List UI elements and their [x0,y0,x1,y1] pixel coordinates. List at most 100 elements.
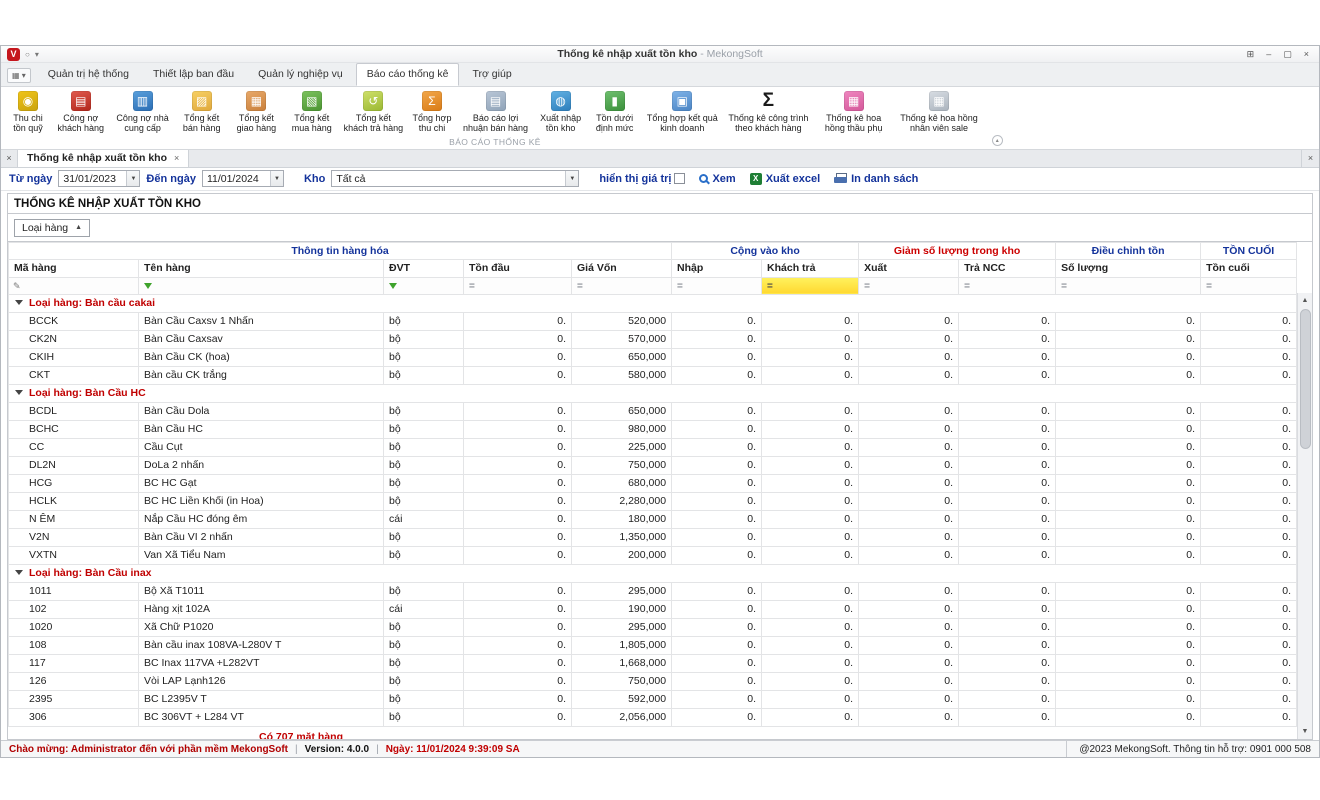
column-header-ma-hang[interactable]: Mã hàng [9,259,139,277]
cell-ton-cuoi[interactable]: 0. [1201,618,1297,636]
column-header-ten-hang[interactable]: Tên hàng [139,259,384,277]
cell-gia-von[interactable]: 580,000 [572,366,672,384]
cell-ma-hang[interactable]: CC [9,438,139,456]
cell-dvt[interactable]: bộ [384,546,464,564]
cell-dvt[interactable]: bộ [384,420,464,438]
ribbon-collapse-icon[interactable]: ▴ [992,135,1003,146]
cell-xuat[interactable]: 0. [859,402,959,420]
cell-ma-hang[interactable]: 1020 [9,618,139,636]
cell-gia-von[interactable]: 1,805,000 [572,636,672,654]
cell-ten-hang[interactable]: Bàn Cầu Caxsv 1 Nhấn [139,312,384,330]
cell-xuat[interactable]: 0. [859,582,959,600]
cell-xuat[interactable]: 0. [859,312,959,330]
cell-ton-cuoi[interactable]: 0. [1201,690,1297,708]
cell-gia-von[interactable]: 2,280,000 [572,492,672,510]
close-icon[interactable]: × [1304,49,1309,59]
minimize-icon[interactable]: – [1266,49,1271,59]
cell-khach-tra[interactable]: 0. [762,366,859,384]
cell-tra-ncc[interactable]: 0. [959,330,1056,348]
cell-nhap[interactable]: 0. [672,636,762,654]
cell-tra-ncc[interactable]: 0. [959,402,1056,420]
column-header-so-luong[interactable]: Số lượng [1056,259,1201,277]
cell-gia-von[interactable]: 520,000 [572,312,672,330]
group-row-header[interactable]: Loại hàng: Bàn cầu cakai [9,294,1297,312]
cell-ten-hang[interactable]: Bàn Cầu CK (hoa) [139,348,384,366]
cell-xuat[interactable]: 0. [859,546,959,564]
cell-ma-hang[interactable]: 1011 [9,582,139,600]
cell-tra-ncc[interactable]: 0. [959,420,1056,438]
menu-tab-thiet-lap-ban-dau[interactable]: Thiết lập ban đầu [142,63,245,86]
cell-ton-cuoi[interactable]: 0. [1201,312,1297,330]
cell-tra-ncc[interactable]: 0. [959,582,1056,600]
cell-ten-hang[interactable]: Vòi LAP Lạnh126 [139,672,384,690]
cell-ma-hang[interactable]: CK2N [9,330,139,348]
cell-ma-hang[interactable]: CKT [9,366,139,384]
cell-so-luong[interactable]: 0. [1056,456,1201,474]
cell-ten-hang[interactable]: Van Xã Tiểu Nam [139,546,384,564]
cell-khach-tra[interactable]: 0. [762,510,859,528]
cell-ten-hang[interactable]: Bàn Cầu HC [139,420,384,438]
column-header-tra-ncc[interactable]: Trả NCC [959,259,1056,277]
cell-nhap[interactable]: 0. [672,510,762,528]
cell-tra-ncc[interactable]: 0. [959,618,1056,636]
cell-tra-ncc[interactable]: 0. [959,312,1056,330]
cell-tra-ncc[interactable]: 0. [959,510,1056,528]
cell-gia-von[interactable]: 295,000 [572,582,672,600]
cell-ton-cuoi[interactable]: 0. [1201,636,1297,654]
vertical-scrollbar[interactable]: ▲ ▼ [1297,293,1312,739]
cell-nhap[interactable]: 0. [672,546,762,564]
cell-khach-tra[interactable]: 0. [762,402,859,420]
cell-ten-hang[interactable]: DoLa 2 nhấn [139,456,384,474]
cell-ton-cuoi[interactable]: 0. [1201,420,1297,438]
cell-dvt[interactable]: bộ [384,582,464,600]
cell-khach-tra[interactable]: 0. [762,582,859,600]
cell-ma-hang[interactable]: CKIH [9,348,139,366]
warehouse-select[interactable]: Tất cả ▼ [331,170,579,187]
cell-ton-dau[interactable]: 0. [464,366,572,384]
cell-khach-tra[interactable]: 0. [762,330,859,348]
cell-ten-hang[interactable]: Bộ Xã T1011 [139,582,384,600]
cell-xuat[interactable]: 0. [859,672,959,690]
ribbon-item-cong-no-nha-cung-cap[interactable]: ▥Công nợ nhà cung cấp [111,89,175,136]
cell-so-luong[interactable]: 0. [1056,348,1201,366]
cell-tra-ncc[interactable]: 0. [959,636,1056,654]
cell-ma-hang[interactable]: 2395 [9,690,139,708]
export-excel-button[interactable]: X Xuất excel [750,173,820,185]
menu-tab-quan-tri-he-thong[interactable]: Quản trị hệ thống [37,63,140,86]
cell-dvt[interactable]: bộ [384,528,464,546]
cell-ten-hang[interactable]: Bàn Cầu Dola [139,402,384,420]
cell-khach-tra[interactable]: 0. [762,312,859,330]
cell-ton-dau[interactable]: 0. [464,672,572,690]
filter-cell-so-luong[interactable]: = [1056,277,1201,294]
cell-nhap[interactable]: 0. [672,690,762,708]
cell-nhap[interactable]: 0. [672,420,762,438]
cell-gia-von[interactable]: 650,000 [572,402,672,420]
filter-cell-dvt[interactable] [384,277,464,294]
cell-xuat[interactable]: 0. [859,420,959,438]
cell-so-luong[interactable]: 0. [1056,510,1201,528]
cell-xuat[interactable]: 0. [859,456,959,474]
cell-nhap[interactable]: 0. [672,348,762,366]
cell-ma-hang[interactable]: DL2N [9,456,139,474]
cell-so-luong[interactable]: 0. [1056,582,1201,600]
cell-tra-ncc[interactable]: 0. [959,654,1056,672]
cell-ton-dau[interactable]: 0. [464,474,572,492]
cell-ten-hang[interactable]: Xã Chữ P1020 [139,618,384,636]
quick-access-circle-icon[interactable]: ○ [25,50,30,59]
cell-ton-dau[interactable]: 0. [464,618,572,636]
cell-ma-hang[interactable]: N ÊM [9,510,139,528]
cell-ton-dau[interactable]: 0. [464,654,572,672]
cell-ten-hang[interactable]: BC L2395V T [139,690,384,708]
ribbon-item-ton-duoi-dinh-muc[interactable]: ▮Tồn dưới định mức [587,89,642,136]
cell-nhap[interactable]: 0. [672,492,762,510]
cell-so-luong[interactable]: 0. [1056,618,1201,636]
cell-ton-dau[interactable]: 0. [464,456,572,474]
cell-tra-ncc[interactable]: 0. [959,546,1056,564]
ribbon-item-xuat-nhap-ton-kho[interactable]: ◍Xuất nhập tồn kho [534,89,587,136]
cell-khach-tra[interactable]: 0. [762,420,859,438]
menu-tab-bao-cao-thong-ke[interactable]: Báo cáo thống kê [356,63,460,86]
cell-gia-von[interactable]: 750,000 [572,672,672,690]
cell-ton-cuoi[interactable]: 0. [1201,510,1297,528]
cell-khach-tra[interactable]: 0. [762,600,859,618]
column-header-khach-tra[interactable]: Khách trả [762,259,859,277]
